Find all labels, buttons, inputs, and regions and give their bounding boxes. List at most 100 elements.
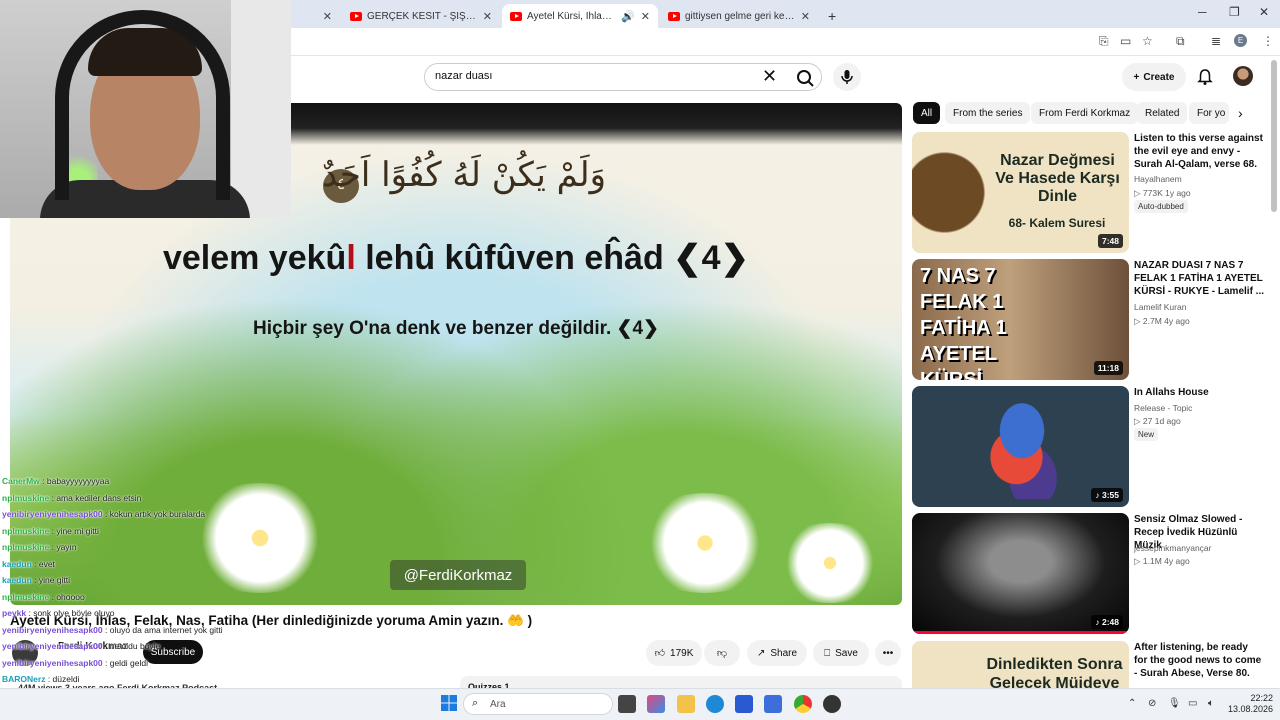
share-button[interactable]: ↗ Share [747, 640, 807, 666]
chat-username: yenibiryeniyenihesapk00 [2, 624, 103, 635]
speaker-icon[interactable]: 🔊 [621, 10, 635, 23]
clear-search-icon[interactable]: ✕ [762, 66, 777, 87]
chip-from-series[interactable]: From the series [945, 102, 1031, 124]
search-box[interactable]: nazar duası ✕ [424, 63, 822, 91]
youtube-icon [510, 11, 522, 21]
browser-tab-3-active[interactable]: Ayetel Kürsi, İhlas, Felak, Na 🔊 ✕ [502, 4, 658, 28]
restore-icon[interactable]: ❐ [1229, 5, 1240, 19]
dislike-button[interactable]: 👎︎ [704, 640, 740, 666]
store-icon[interactable] [735, 695, 753, 713]
related-video-thumbnail[interactable]: 7 NAS 7 FELAK 1 FATİHA 1 AYETEL KÜRSİ 11… [912, 259, 1129, 380]
youtube-icon [668, 11, 680, 21]
related-video-title[interactable]: In Allahs House [1134, 386, 1264, 399]
related-video-channel[interactable]: Hayalhanem [1134, 174, 1182, 184]
chat-username: BARONerz [2, 674, 46, 684]
close-icon[interactable]: ✕ [801, 10, 810, 23]
show-hidden-icons[interactable]: ⌃ [1128, 698, 1136, 709]
page-scrollbar[interactable] [1271, 60, 1277, 212]
windows-start-icon[interactable] [441, 695, 457, 711]
file-explorer-icon[interactable] [677, 695, 695, 713]
chat-message: peykk : sonk olye böyle oluyo [2, 608, 114, 618]
related-video-channel[interactable]: Lamelif Kuran [1134, 302, 1186, 312]
chevron-right-icon[interactable]: › [1238, 105, 1243, 121]
related-video-thumbnail[interactable]: Nazar Değmesi Ve Hasede Karşı Dinle 68- … [912, 132, 1129, 253]
chat-text: : oluyo da ama internet yok gitti [102, 624, 223, 635]
related-video-channel[interactable]: Release - Topic [1134, 403, 1192, 413]
flower-decoration [630, 493, 780, 593]
extensions-icon[interactable]: ⧉ [1176, 34, 1185, 49]
related-video-title[interactable]: After listening, be ready for the good n… [1134, 641, 1264, 680]
task-view-icon[interactable] [618, 695, 636, 713]
chat-username: kaedun [2, 558, 32, 569]
chat-text: : ohoooo [49, 591, 85, 602]
taskbar-search[interactable]: Ara [463, 693, 613, 715]
more-actions-button[interactable]: ••• [875, 640, 901, 666]
reading-list-icon[interactable]: ≣ [1211, 34, 1221, 48]
display-icon[interactable]: ▭ [1188, 698, 1197, 709]
menu-icon[interactable]: ⋮ [1262, 34, 1274, 48]
related-video-channel[interactable]: jessepinkmanyançar [1134, 543, 1211, 553]
chat-username: peykk [2, 608, 27, 618]
video-duration: ♪ 2:48 [1091, 615, 1123, 629]
browser-tab-2[interactable]: GERÇEK KESİT - ŞİŞENİN DİBİ - ✕ [342, 4, 500, 28]
close-icon[interactable]: ✕ [483, 10, 492, 23]
chip-related[interactable]: Related [1137, 102, 1188, 124]
like-count: 179K [670, 647, 694, 659]
profile-icon[interactable]: E [1234, 34, 1247, 47]
related-video-title[interactable]: NAZAR DUASI 7 NAS 7 FELAK 1 FATİHA 1 AYE… [1134, 259, 1264, 298]
chat-username: nplmuskine [2, 525, 50, 536]
tab-label: Ayetel Kürsi, İhlas, Felak, Na [527, 10, 615, 22]
chat-text: : yine mi gitti [49, 525, 99, 536]
chat-text: : yine gitti [31, 575, 71, 585]
chip-from-ferdi-korkmaz[interactable]: From Ferdi Korkmaz [1031, 102, 1139, 124]
account-avatar[interactable] [1233, 66, 1253, 86]
close-icon[interactable]: ✕ [323, 10, 332, 23]
related-video-thumbnail[interactable]: ♪ 2:48 [912, 513, 1129, 634]
search-icon[interactable] [791, 68, 821, 88]
new-tab-button[interactable]: + [820, 4, 840, 28]
close-window-icon[interactable]: ✕ [1259, 5, 1269, 19]
chat-message: nplmuskine : ohoooo [2, 592, 85, 602]
copilot-icon[interactable] [647, 695, 665, 713]
chrome-icon[interactable] [794, 695, 812, 713]
microphone-tray-icon[interactable]: 🎙︎ [1168, 698, 1181, 709]
obs-icon[interactable] [823, 695, 841, 713]
close-icon[interactable]: ✕ [641, 10, 650, 23]
chat-username: CanerMw [2, 476, 40, 486]
chip-all[interactable]: All [913, 102, 941, 124]
save-label: Save [835, 647, 858, 659]
related-video-thumbnail[interactable]: Dinledikten Sonra Gelecek Müjdeye [912, 641, 1129, 688]
create-button[interactable]: + Create [1122, 63, 1186, 91]
new-badge: New [1134, 428, 1159, 441]
clock-time: 22:22 [1250, 693, 1274, 703]
thumbs-down-icon: 👎︎ [716, 648, 728, 659]
chat-username: nplmuskine [2, 492, 50, 503]
related-video-title[interactable]: Listen to this verse against the evil ey… [1134, 132, 1264, 171]
related-video-thumbnail[interactable]: ♪ 3:55 [912, 386, 1129, 507]
outlook-icon[interactable] [764, 695, 782, 713]
network-icon[interactable]: ⊘ [1148, 698, 1156, 709]
plus-icon: + [1133, 71, 1140, 83]
volume-icon[interactable]: 🔈︎ [1208, 698, 1214, 709]
related-video-meta: ▷ 773K 1y ago [1134, 188, 1191, 198]
bookmark-star-icon[interactable]: ☆ [1142, 34, 1153, 48]
taskbar-clock[interactable]: 22:22 13.08.2026 [1228, 693, 1273, 715]
create-label: Create [1143, 71, 1175, 83]
chat-message: yenibiryeniyenihesapk00 : ne oldu böyle [2, 641, 160, 651]
notifications-bell-icon[interactable] [1196, 68, 1214, 86]
search-input[interactable]: nazar duası [435, 70, 492, 82]
browser-tab-4[interactable]: gittiysen gelme geri kedi - YouT ✕ [660, 4, 818, 28]
cast-icon[interactable]: ▭ [1120, 34, 1131, 48]
chat-message: kaedun : evet [2, 559, 55, 569]
save-button[interactable]: ⎕ Save [813, 640, 869, 666]
voice-search-button[interactable] [833, 63, 861, 91]
chat-message: nplmuskine : yine mi gitti [2, 526, 99, 536]
streamer-webcam [0, 0, 291, 218]
chip-for-you[interactable]: For yo [1189, 102, 1229, 124]
translate-icon[interactable]: ⎘ [1099, 34, 1109, 49]
watch-progress-bar [912, 631, 1129, 634]
like-button[interactable]: 👍︎ 179K [646, 640, 702, 666]
edge-icon[interactable] [706, 695, 724, 713]
minimize-icon[interactable]: ─ [1198, 5, 1207, 19]
webcam-headphones [55, 10, 230, 200]
